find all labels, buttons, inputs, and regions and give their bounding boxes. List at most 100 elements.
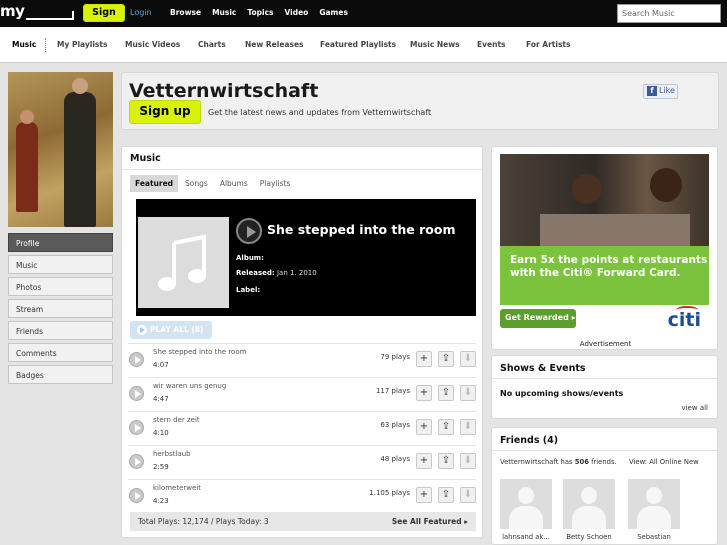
avatar-placeholder-icon	[628, 479, 680, 529]
search-input[interactable]: Search Music	[617, 4, 721, 23]
friend-name[interactable]: Betty Schoen	[563, 533, 615, 541]
share-icon[interactable]: ⇪	[438, 351, 454, 367]
signup-button[interactable]: Sign up	[83, 4, 125, 34]
track-duration: 2:59	[153, 463, 169, 471]
track-row: stern der zeit 4:10 63 plays + ⇪ ⬇	[128, 411, 476, 445]
track-name[interactable]: wir waren uns genug	[153, 382, 226, 390]
friend-card[interactable]: lahnsand ak...	[500, 479, 552, 541]
facebook-like-button[interactable]: f Like	[643, 84, 678, 99]
track-play-button[interactable]	[129, 420, 144, 435]
subnav-music[interactable]: Music	[12, 40, 36, 49]
track-name[interactable]: kilometerweit	[153, 484, 201, 492]
friends-view-filter[interactable]: View: All Online New	[629, 458, 699, 466]
login-link[interactable]: Login	[130, 8, 152, 17]
ad-photo[interactable]	[500, 154, 709, 246]
subnav-music-videos[interactable]: Music Videos	[125, 40, 180, 49]
track-play-button[interactable]	[129, 454, 144, 469]
track-row: She stepped into the room 4:07 79 plays …	[128, 343, 476, 377]
featured-play-button[interactable]	[236, 218, 262, 244]
track-row: herbstlaub 2:59 48 plays + ⇪ ⬇	[128, 445, 476, 479]
divider	[122, 169, 482, 170]
track-plays: 48 plays	[380, 455, 410, 463]
share-icon[interactable]: ⇪	[438, 385, 454, 401]
add-to-playlist-icon[interactable]: +	[416, 419, 432, 435]
menu-friends[interactable]: Friends	[8, 321, 113, 340]
menu-stream[interactable]: Stream	[8, 299, 113, 318]
play-all-button[interactable]: PLAY ALL (8)	[130, 321, 212, 339]
featured-song-player: She stepped into the room Album: Release…	[136, 199, 476, 316]
tab-songs[interactable]: Songs	[180, 175, 213, 192]
track-play-button[interactable]	[129, 352, 144, 367]
nav-browse[interactable]: Browse	[170, 8, 201, 17]
top-nav: Browse Music Topics Video Games	[170, 8, 348, 17]
friend-name[interactable]: Sebastian	[628, 533, 680, 541]
see-all-featured-link[interactable]: See All Featured ▸	[392, 517, 468, 526]
download-icon[interactable]: ⬇	[460, 385, 476, 401]
share-icon[interactable]: ⇪	[438, 453, 454, 469]
like-label: Like	[659, 86, 675, 95]
friend-card[interactable]: Sebastian	[628, 479, 680, 541]
friend-name[interactable]: lahnsand ak...	[500, 533, 552, 541]
citi-logo[interactable]: citi	[668, 309, 701, 331]
facebook-icon: f	[647, 86, 657, 96]
avatar-placeholder-icon	[563, 479, 615, 529]
add-to-playlist-icon[interactable]: +	[416, 351, 432, 367]
track-play-button[interactable]	[129, 488, 144, 503]
nav-music[interactable]: Music	[212, 8, 236, 17]
track-name[interactable]: herbstlaub	[153, 450, 191, 458]
add-to-playlist-icon[interactable]: +	[416, 453, 432, 469]
get-rewarded-button[interactable]: Get Rewarded ▸	[500, 309, 576, 328]
subnav-charts[interactable]: Charts	[198, 40, 226, 49]
nav-topics[interactable]: Topics	[247, 8, 273, 17]
shows-view-all-link[interactable]: view all	[681, 404, 708, 412]
tab-featured[interactable]: Featured	[130, 175, 179, 192]
add-to-playlist-icon[interactable]: +	[416, 487, 432, 503]
download-icon[interactable]: ⬇	[460, 351, 476, 367]
menu-comments[interactable]: Comments	[8, 343, 113, 362]
menu-photos[interactable]: Photos	[8, 277, 113, 296]
nav-games[interactable]: Games	[319, 8, 348, 17]
ad-photo-person	[572, 174, 602, 204]
subnav-new-releases[interactable]: New Releases	[245, 40, 304, 49]
friend-card[interactable]: Betty Schoen	[563, 479, 615, 541]
ad-footer: Get Rewarded ▸ citi	[500, 305, 709, 332]
subnav-my-playlists[interactable]: My Playlists	[57, 40, 107, 49]
share-icon[interactable]: ⇪	[438, 419, 454, 435]
subnav-featured-playlists[interactable]: Featured Playlists	[320, 40, 396, 49]
myspace-logo[interactable]: my	[0, 2, 25, 20]
ad-headline[interactable]: Earn 5x the points at restaurants with t…	[500, 246, 709, 305]
add-to-playlist-icon[interactable]: +	[416, 385, 432, 401]
artist-signup-button[interactable]: Sign up	[129, 100, 201, 124]
photo-head-right	[72, 78, 88, 94]
track-name[interactable]: She stepped into the room	[153, 348, 246, 356]
tab-playlists[interactable]: Playlists	[255, 175, 296, 192]
shows-title: Shows & Events	[500, 363, 586, 374]
track-plays: 1.105 plays	[369, 489, 410, 497]
menu-badges[interactable]: Badges	[8, 365, 113, 384]
nav-video[interactable]: Video	[284, 8, 308, 17]
featured-song-title[interactable]: She stepped into the room	[267, 222, 455, 237]
track-name[interactable]: stern der zeit	[153, 416, 200, 424]
download-icon[interactable]: ⬇	[460, 453, 476, 469]
share-icon[interactable]: ⇪	[438, 487, 454, 503]
artist-name: Vetternwirtschaft	[129, 80, 319, 102]
tab-albums[interactable]: Albums	[215, 175, 253, 192]
profile-menu: Profile Music Photos Stream Friends Comm…	[8, 233, 113, 387]
featured-album: Album:	[236, 254, 264, 262]
download-icon[interactable]: ⬇	[460, 419, 476, 435]
track-play-button[interactable]	[129, 386, 144, 401]
subnav-events[interactable]: Events	[477, 40, 506, 49]
music-tabs: Featured Songs Albums Playlists	[130, 175, 297, 192]
artist-photo[interactable]	[8, 72, 113, 227]
play-totals: Total Plays: 12,174 / Plays Today: 3 See…	[130, 512, 476, 531]
download-icon[interactable]: ⬇	[460, 487, 476, 503]
artist-header: Vetternwirtschaft Sign up Get the latest…	[121, 72, 719, 130]
signup-description: Get the latest news and updates from Vet…	[208, 108, 432, 117]
featured-label: Label:	[236, 286, 261, 294]
subnav-for-artists[interactable]: For Artists	[526, 40, 570, 49]
subnav-music-news[interactable]: Music News	[410, 40, 460, 49]
menu-music[interactable]: Music	[8, 255, 113, 274]
total-plays: Total Plays: 12,174 / Plays Today: 3	[138, 517, 269, 526]
photo-head-left	[20, 110, 34, 124]
menu-profile[interactable]: Profile	[8, 233, 113, 252]
